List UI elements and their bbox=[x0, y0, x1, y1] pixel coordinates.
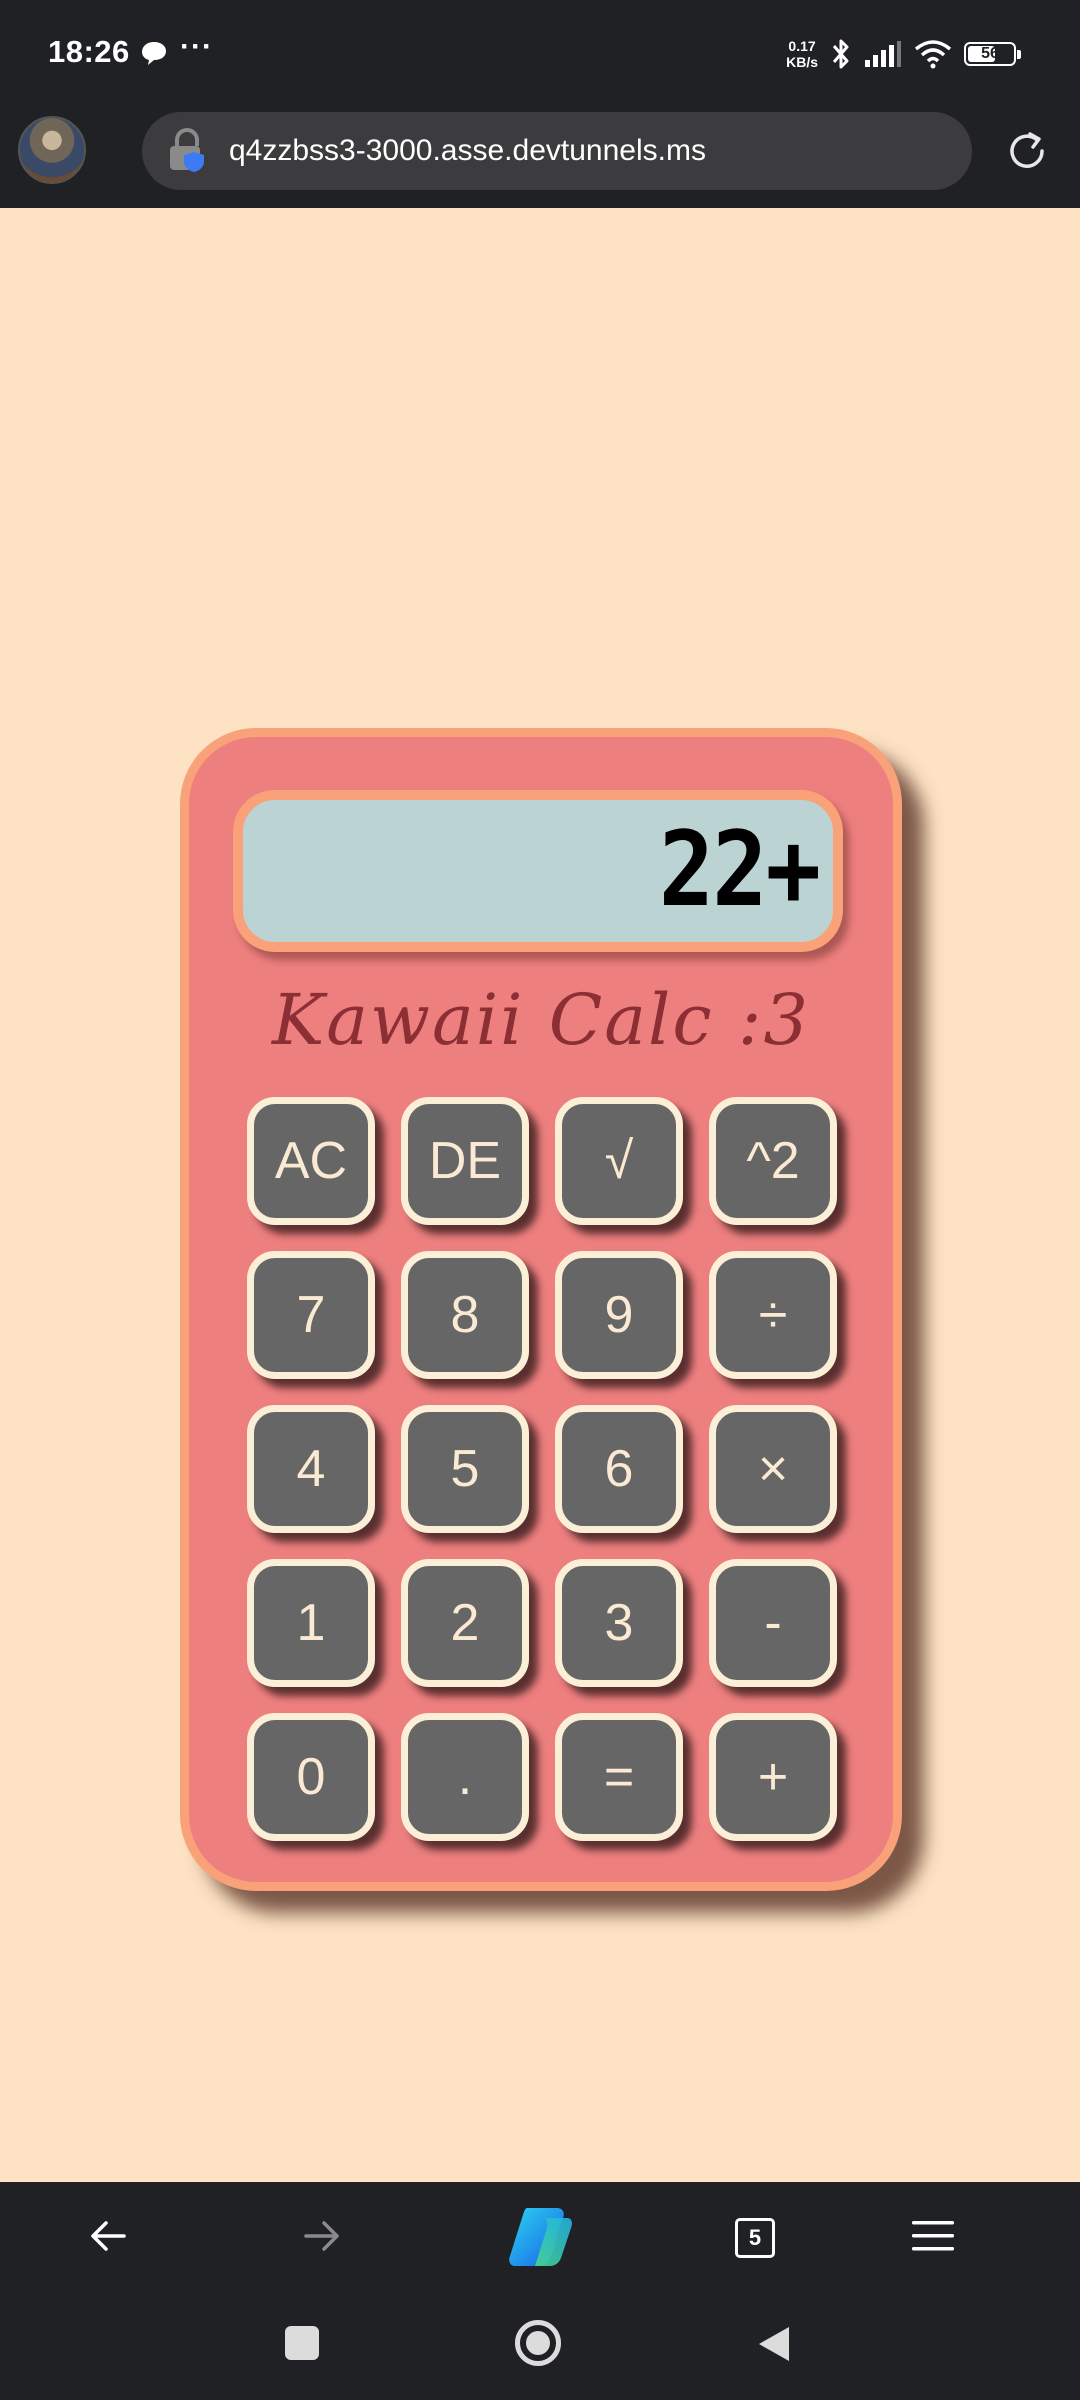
key-delete[interactable]: DE bbox=[401, 1097, 529, 1225]
lock-icon[interactable] bbox=[166, 128, 208, 174]
tabs-counter[interactable]: 5 bbox=[735, 2218, 775, 2258]
battery-level: 56 bbox=[981, 45, 999, 62]
recent-apps-icon[interactable] bbox=[285, 2326, 319, 2360]
reload-icon[interactable] bbox=[1004, 128, 1050, 174]
network-speed: 0.17 KB/s bbox=[786, 38, 818, 70]
url-text[interactable]: q4zzbss3-3000.asse.devtunnels.ms bbox=[229, 134, 706, 168]
network-speed-value: 0.17 bbox=[788, 38, 816, 54]
display-value: 22+ bbox=[658, 809, 821, 930]
status-icons: 0.17 KB/s 56 bbox=[786, 34, 1021, 74]
key-2[interactable]: 2 bbox=[401, 1559, 529, 1687]
browser-bottom-bar: 5 bbox=[0, 2182, 1080, 2292]
keypad: AC DE √ ^2 7 8 9 ÷ 4 5 6 × 1 2 3 - 0 . =… bbox=[247, 1097, 843, 1841]
key-square[interactable]: ^2 bbox=[709, 1097, 837, 1225]
key-5[interactable]: 5 bbox=[401, 1405, 529, 1533]
back-arrow-icon[interactable] bbox=[86, 2214, 130, 2258]
copilot-icon[interactable] bbox=[505, 2204, 575, 2270]
calculator-display: 22+ bbox=[233, 790, 843, 952]
status-bar: 18:26 ··· 0.17 KB/s 56 bbox=[0, 0, 1080, 106]
key-ac[interactable]: AC bbox=[247, 1097, 375, 1225]
wifi-icon bbox=[914, 40, 952, 69]
battery-icon: 56 bbox=[964, 42, 1021, 66]
key-9[interactable]: 9 bbox=[555, 1251, 683, 1379]
network-speed-unit: KB/s bbox=[786, 54, 818, 70]
key-subtract[interactable]: - bbox=[709, 1559, 837, 1687]
key-7[interactable]: 7 bbox=[247, 1251, 375, 1379]
page-content: 22+ Kawaii Calc :3 AC DE √ ^2 7 8 9 ÷ 4 … bbox=[0, 208, 1080, 2182]
key-8[interactable]: 8 bbox=[401, 1251, 529, 1379]
key-3[interactable]: 3 bbox=[555, 1559, 683, 1687]
system-navigation-bar bbox=[0, 2292, 1080, 2400]
bluetooth-icon bbox=[832, 39, 849, 69]
more-notifications-icon: ··· bbox=[180, 30, 213, 63]
key-6[interactable]: 6 bbox=[555, 1405, 683, 1533]
key-0[interactable]: 0 bbox=[247, 1713, 375, 1841]
key-divide[interactable]: ÷ bbox=[709, 1251, 837, 1379]
browser-toolbar: q4zzbss3-3000.asse.devtunnels.ms bbox=[0, 106, 1080, 208]
calculator-title: Kawaii Calc :3 bbox=[272, 979, 810, 1061]
key-multiply[interactable]: × bbox=[709, 1405, 837, 1533]
key-add[interactable]: + bbox=[709, 1713, 837, 1841]
home-icon[interactable] bbox=[515, 2320, 561, 2366]
key-1[interactable]: 1 bbox=[247, 1559, 375, 1687]
key-sqrt[interactable]: √ bbox=[555, 1097, 683, 1225]
key-equals[interactable]: = bbox=[555, 1713, 683, 1841]
key-4[interactable]: 4 bbox=[247, 1405, 375, 1533]
calculator: 22+ Kawaii Calc :3 AC DE √ ^2 7 8 9 ÷ 4 … bbox=[180, 728, 902, 1891]
signal-strength-icon bbox=[865, 41, 901, 67]
address-bar[interactable]: q4zzbss3-3000.asse.devtunnels.ms bbox=[142, 112, 972, 190]
menu-icon[interactable] bbox=[910, 2214, 956, 2258]
system-back-icon[interactable] bbox=[756, 2324, 792, 2364]
forward-arrow-icon[interactable] bbox=[300, 2214, 344, 2258]
status-time: 18:26 bbox=[48, 34, 130, 69]
chat-bubble-icon bbox=[142, 42, 166, 65]
key-decimal[interactable]: . bbox=[401, 1713, 529, 1841]
profile-avatar[interactable] bbox=[18, 116, 86, 184]
